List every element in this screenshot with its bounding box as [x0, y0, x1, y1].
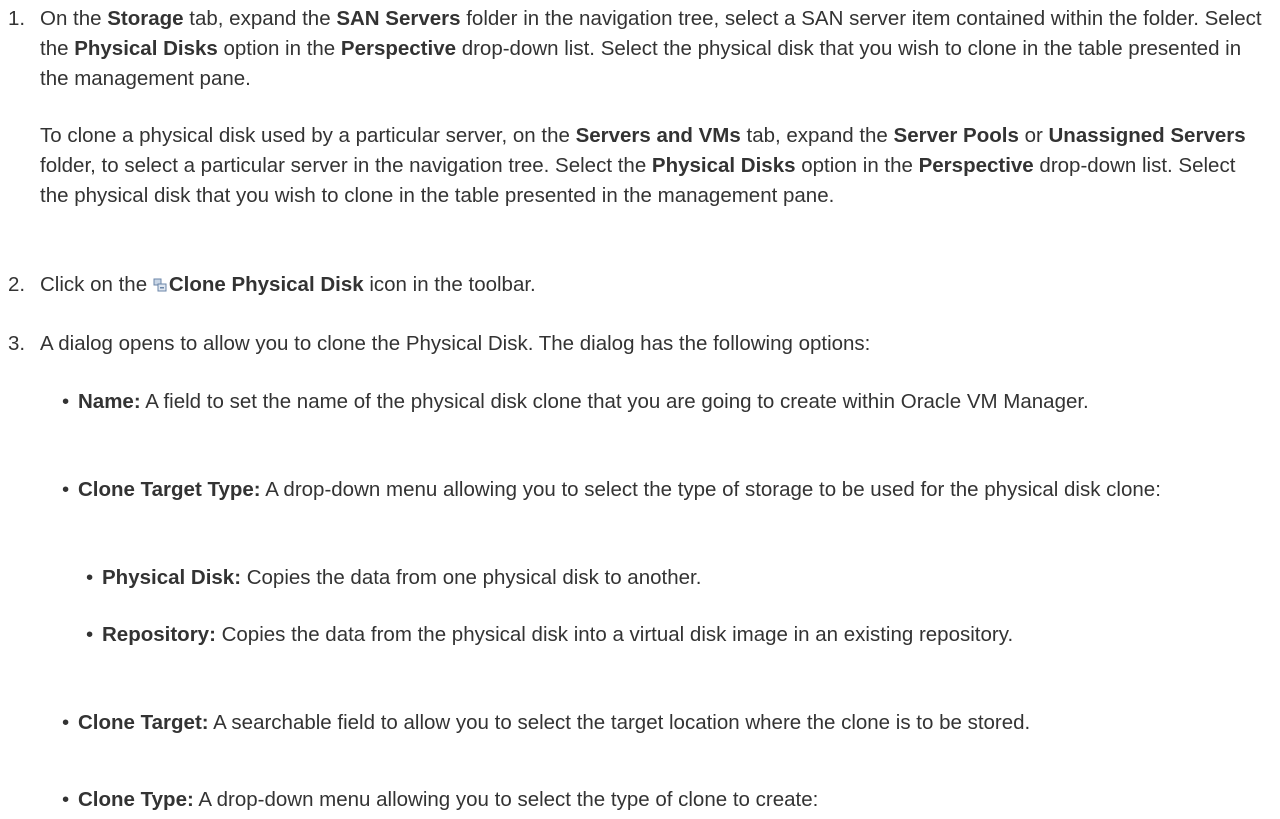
bullet-glyph: •: [62, 788, 70, 811]
document-body: 1. On the Storage tab, expand the SAN Se…: [0, 0, 1280, 819]
option-desc: A drop-down menu allowing you to select …: [193, 788, 819, 811]
clone-physical-disk-icon: [153, 278, 167, 292]
option-term: Clone Type:: [78, 788, 194, 811]
option-desc: A field to set the name of the physical …: [140, 390, 1089, 413]
option-desc: Copies the data from one physical disk t…: [241, 566, 702, 589]
step-3-paragraph: A dialog opens to allow you to clone the…: [40, 332, 871, 355]
step-1-paragraph-2: To clone a physical disk used by a parti…: [40, 124, 1246, 207]
option-clone-type: • Clone Type: A drop-down menu allowing …: [62, 785, 1262, 815]
option-desc: Copies the data from the physical disk i…: [215, 623, 1014, 646]
option-clone-target-type: • Clone Target Type: A drop-down menu al…: [62, 475, 1262, 505]
option-term: Clone Target:: [78, 711, 209, 734]
step-2-number: 2.: [8, 273, 26, 296]
option-desc: A drop-down menu allowing you to select …: [260, 478, 1161, 501]
step-3-number: 3.: [8, 332, 26, 355]
option-name: • Name: A field to set the name of the p…: [62, 387, 1262, 417]
step-1-number: 1.: [8, 7, 26, 30]
bullet-glyph: •: [86, 566, 94, 589]
bullet-glyph: •: [86, 623, 94, 646]
option-clone-target: • Clone Target: A searchable field to al…: [62, 708, 1262, 738]
suboption-physical-disk: • Physical Disk: Copies the data from on…: [86, 563, 1256, 593]
option-term: Clone Target Type:: [78, 478, 261, 501]
option-desc: A searchable field to allow you to selec…: [208, 711, 1031, 734]
step-2-paragraph: Click on the Clone Physical Disk icon in…: [40, 273, 536, 296]
option-term: Repository:: [102, 623, 216, 646]
step-1-paragraph-1: On the Storage tab, expand the SAN Serve…: [40, 7, 1262, 90]
option-term: Name:: [78, 390, 141, 413]
suboption-repository: • Repository: Copies the data from the p…: [86, 620, 1256, 650]
bullet-glyph: •: [62, 711, 70, 734]
bullet-glyph: •: [62, 478, 70, 501]
bullet-glyph: •: [62, 390, 70, 413]
option-term: Physical Disk:: [102, 566, 242, 589]
